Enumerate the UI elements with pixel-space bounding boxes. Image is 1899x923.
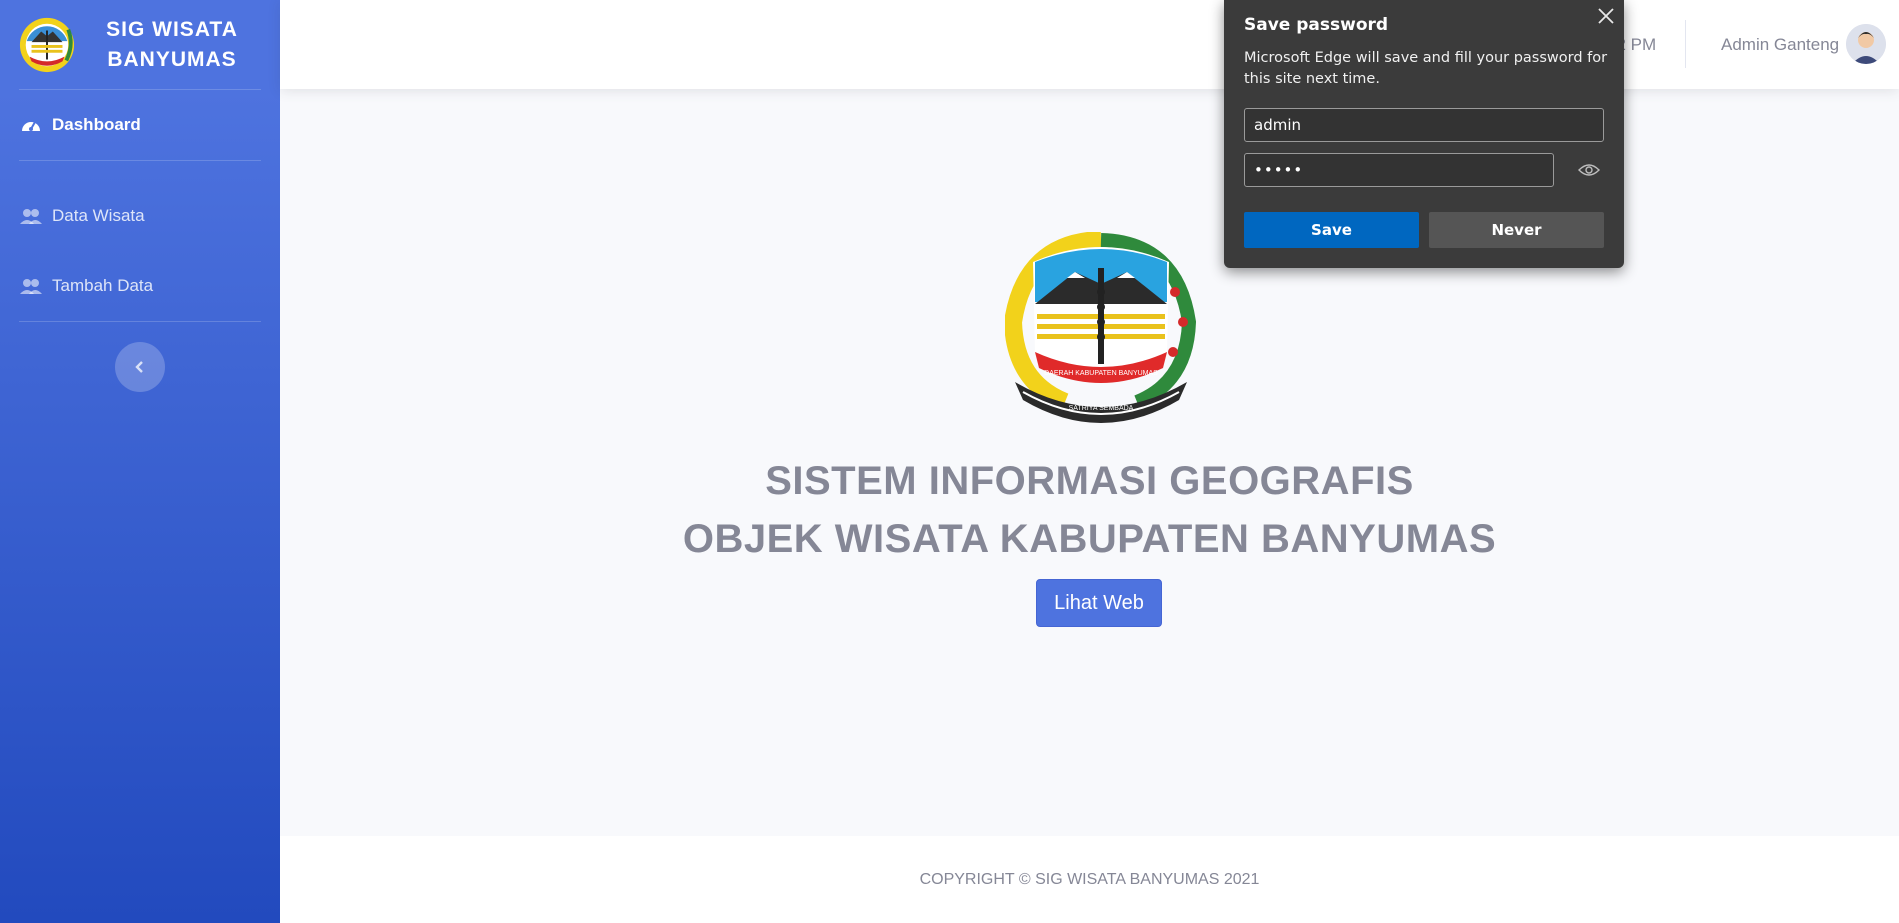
username-field[interactable]: admin <box>1244 108 1604 142</box>
chevron-left-icon <box>135 361 143 373</box>
lihat-web-button[interactable]: Lihat Web <box>1036 579 1162 627</box>
never-button[interactable]: Never <box>1429 212 1604 248</box>
emblem-caption-top: DAERAH KABUPATEN BANYUMAS <box>1044 370 1158 377</box>
password-field[interactable]: ••••• <box>1244 153 1554 187</box>
emblem-caption-bottom: SATRIYA SEMBADA <box>1069 405 1134 412</box>
save-password-popup: Save password Microsoft Edge will save a… <box>1224 0 1624 268</box>
popup-title: Save password <box>1244 15 1389 35</box>
sidebar-item-label: Data Wisata <box>52 206 145 225</box>
page-title-line-1: SISTEM INFORMASI GEOGRAFIS <box>765 459 1414 503</box>
topbar: 52 PM Admin Ganteng <box>280 0 1899 89</box>
page-title-line-2: OBJEK WISATA KABUPATEN BANYUMAS <box>682 517 1497 561</box>
user-name[interactable]: Admin Ganteng <box>1721 35 1839 55</box>
brand-title: SIG WISATA BANYUMAS <box>76 15 280 75</box>
footer-copyright: COPYRIGHT © SIG WISATA BANYUMAS 2021 <box>919 870 1260 888</box>
sidebar: SIG WISATA BANYUMAS Dashboard Data Wisat… <box>0 0 280 923</box>
avatar[interactable] <box>1846 24 1886 64</box>
brand-line-1: SIG WISATA <box>106 17 238 41</box>
banyumas-logo-icon <box>19 17 75 72</box>
popup-message: Microsoft Edge will save and fill your p… <box>1244 50 1608 87</box>
users-icon <box>20 279 42 294</box>
sidebar-item-label: Tambah Data <box>52 276 154 295</box>
close-icon[interactable] <box>1594 4 1618 28</box>
sidebar-brand[interactable]: SIG WISATA BANYUMAS <box>0 0 280 89</box>
sidebar-divider <box>19 321 261 322</box>
save-button[interactable]: Save <box>1244 212 1419 248</box>
banyumas-emblem-icon: DAERAH KABUPATEN BANYUMAS SATRIYA SEMBAD… <box>1005 232 1197 423</box>
sidebar-item-tambah-data[interactable]: Tambah Data <box>0 251 280 321</box>
topbar-divider <box>1685 20 1686 68</box>
users-icon <box>20 209 42 224</box>
show-password-eye-icon[interactable] <box>1578 161 1600 179</box>
footer: COPYRIGHT © SIG WISATA BANYUMAS 2021 <box>280 836 1899 923</box>
sidebar-item-data-wisata[interactable]: Data Wisata <box>0 181 280 251</box>
main-content: DAERAH KABUPATEN BANYUMAS SATRIYA SEMBAD… <box>280 89 1899 836</box>
sidebar-item-dashboard[interactable]: Dashboard <box>0 90 280 160</box>
user-avatar-icon <box>1846 24 1886 64</box>
tachometer-icon <box>22 121 40 131</box>
sidebar-toggle-button[interactable] <box>115 342 165 392</box>
brand-line-2: BANYUMAS <box>107 47 237 71</box>
sidebar-item-label: Dashboard <box>52 115 141 134</box>
